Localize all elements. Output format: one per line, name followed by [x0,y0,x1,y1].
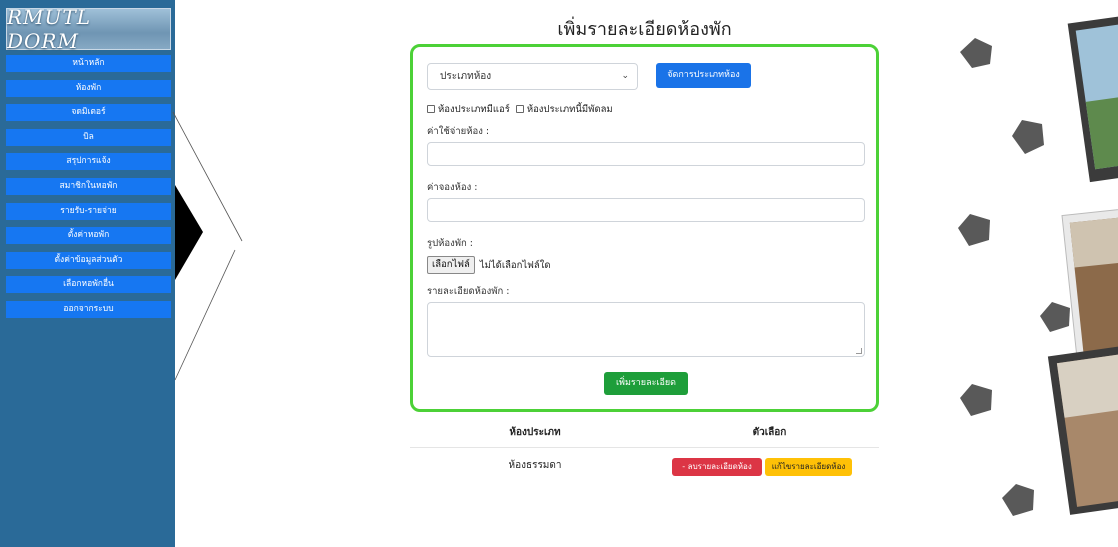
pentagon-shape [960,38,992,68]
sidebar-item-profile-settings[interactable]: ตั้งค่าข้อมูลส่วนตัว [6,251,171,269]
photo-frame [1067,15,1118,183]
sidebar-item-home[interactable]: หน้าหลัก [6,55,171,72]
photo-frame [1047,345,1118,515]
room-type-select[interactable]: ประเภทห้อง ⌄ [427,63,638,90]
sidebar-item-meter[interactable]: จดมิเตอร์ [6,104,171,122]
pentagon-shape [1002,484,1034,516]
sidebar-item-switch-dorm[interactable]: เลือกหอพักอื่น [6,276,171,294]
pentagon-shape [1040,302,1070,332]
delete-room-detail-button[interactable]: - ลบรายละเอียดห้อง [672,458,762,476]
table-header: ห้องประเภท ตัวเลือก [410,418,879,448]
aircon-checkbox-row[interactable]: ห้องประเภทมีแอร์ [427,102,510,117]
file-status: ไม่ได้เลือกไฟล์ใด [479,259,551,271]
decorative-background [958,15,1118,516]
aircon-checkbox[interactable] [427,105,435,113]
sidebar-item-members[interactable]: สมาชิกในหอพัก [6,177,171,195]
fan-checkbox[interactable] [515,105,524,113]
column-header-options: ตัวเลือก [752,427,787,438]
rent-input[interactable] [427,142,865,166]
chevron-down-icon: ⌄ [621,71,629,81]
deposit-input[interactable] [427,198,865,222]
logo-text: RMUTL DORM [7,5,92,53]
room-detail-label: รายละเอียดห้องพัก : [427,286,510,297]
room-image-label: รูปห้องพัก : [427,238,473,249]
sidebar-item-logout[interactable]: ออกจากระบบ [6,300,171,318]
file-picker: เลือกไฟล์ ไม่ได้เลือกไฟล์ใด [427,256,551,274]
pentagon-shape [960,384,992,416]
table-row: ห้องธรรมดา - ลบรายละเอียดห้อง แก้ไขรายละ… [410,448,879,484]
manage-room-type-button[interactable]: จัดการประเภทห้อง [656,63,751,88]
page-title: เพิ่มรายละเอียดห้องพัก [557,19,732,40]
sidebar-item-bill[interactable]: บิล [6,128,171,146]
sidebar-menu: หน้าหลัก ห้องพัก จดมิเตอร์ บิล สรุปการแจ… [6,55,171,326]
room-options: ห้องประเภทมีแอร์ ห้องประเภทนี้มีพัดลม [427,102,613,117]
edit-room-detail-button[interactable]: แก้ไขรายละเอียดห้อง [765,458,852,476]
fan-checkbox-label: ห้องประเภทนี้มีพัดลม [526,104,613,115]
fan-checkbox-row[interactable]: ห้องประเภทนี้มีพัดลม [515,102,613,117]
room-type-cell: ห้องธรรมดา [508,460,562,471]
sidebar-item-report-summary[interactable]: สรุปการแจ้ง [6,153,171,171]
chevron-line-bottom [174,249,236,381]
room-detail-form: ประเภทห้อง ⌄ จัดการประเภทห้อง ห้องประเภท… [410,44,879,412]
sidebar-item-rooms[interactable]: ห้องพัก [6,79,171,97]
choose-file-button[interactable]: เลือกไฟล์ [427,256,475,274]
sidebar-item-income-expense[interactable]: รายรับ-รายจ่าย [6,202,171,220]
resize-handle-icon[interactable] [856,348,862,354]
chevron-fill [175,185,203,280]
sidebar-item-dorm-settings[interactable]: ตั้งค่าหอพัก [6,227,171,245]
rent-label: ค่าใช้จ่ายห้อง : [427,126,490,137]
photo-frame [1061,207,1118,366]
photo-wall [1069,216,1118,268]
sidebar: RMUTL DORM หน้าหลัก ห้องพัก จดมิเตอร์ บิ… [0,0,175,547]
aircon-checkbox-label: ห้องประเภทมีแอร์ [438,104,510,115]
logo: RMUTL DORM [6,5,171,53]
pentagon-shape [958,214,990,246]
room-detail-textarea[interactable] [427,302,865,357]
add-detail-button[interactable]: เพิ่มรายละเอียด [604,372,688,395]
room-type-select-value: ประเภทห้อง [440,71,492,82]
page: RMUTL DORM หน้าหลัก ห้องพัก จดมิเตอร์ บิ… [0,0,1118,547]
deposit-label: ค่าจองห้อง : [427,182,478,193]
pentagon-shape [1012,120,1044,154]
chevron-decoration [172,111,243,381]
column-header-room-type: ห้องประเภท [509,427,561,438]
photo-wall [1056,353,1118,418]
room-type-table: ห้องประเภท ตัวเลือก ห้องธรรมดา - ลบรายละ… [410,418,879,484]
